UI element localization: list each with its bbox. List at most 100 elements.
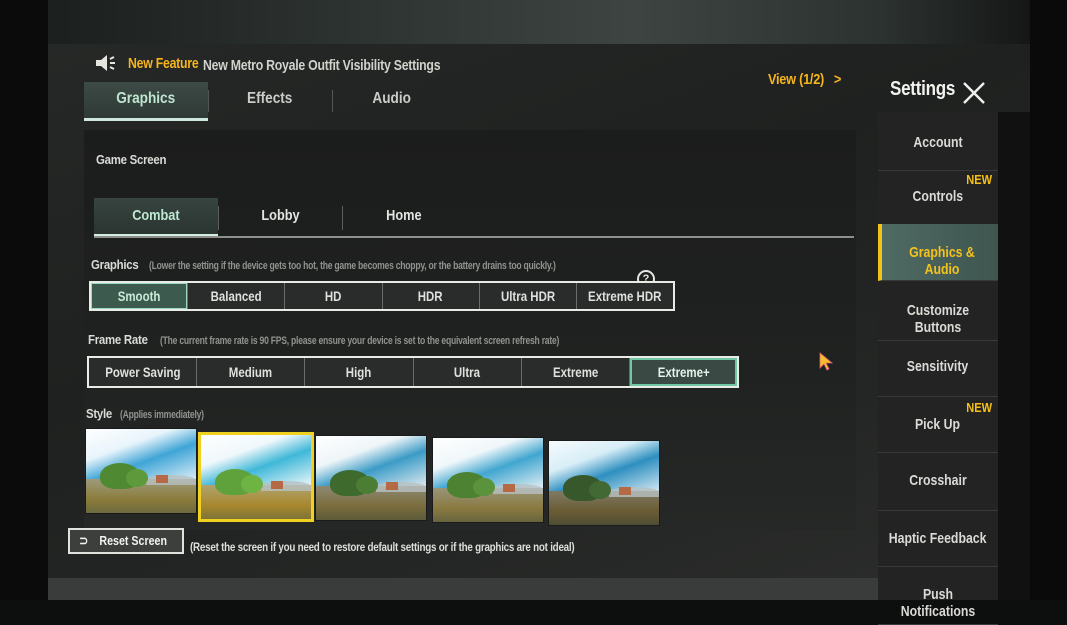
frame-rate-section-header: Frame Rate (The current frame rate is 90… <box>88 331 672 349</box>
thumbnail-hills <box>376 482 426 492</box>
tab-home[interactable]: Home <box>342 198 466 234</box>
frame-rate-option-high[interactable]: High <box>305 358 414 386</box>
game-screen-tabs: Combat Lobby Home <box>94 198 854 238</box>
option-label: Ultra <box>454 364 481 380</box>
frame-rate-option-extreme[interactable]: Extreme <box>522 358 630 386</box>
sidebar-edge <box>998 112 1030 600</box>
graphics-option-balanced[interactable]: Balanced <box>188 283 286 309</box>
tab-combat-label: Combat <box>132 207 180 224</box>
graphics-option-hdr[interactable]: HDR <box>383 283 480 309</box>
option-label: Ultra HDR <box>500 288 555 304</box>
undo-icon: ⊃ <box>78 533 91 548</box>
thumbnail-tree <box>473 478 495 496</box>
reset-screen-button[interactable]: ⊃ Reset Screen <box>68 528 184 554</box>
sidebar-item-haptic-feedback[interactable]: Haptic Feedback <box>878 510 998 567</box>
frame-rate-option-extreme-plus[interactable]: Extreme+ <box>629 358 738 386</box>
thumbnail-tree <box>356 476 378 494</box>
tab-audio[interactable]: Audio <box>332 82 452 118</box>
sidebar-item-graphics-audio[interactable]: Graphics & Audio <box>878 224 998 281</box>
style-thumbnail-1[interactable] <box>85 428 197 514</box>
graphics-section-header: Graphics (Lower the setting if the devic… <box>91 256 670 274</box>
tab-lobby[interactable]: Lobby <box>218 198 342 234</box>
thumbnail-tree <box>589 481 611 499</box>
frame-rate-selector: Power Saving Medium High Ultra Extreme E… <box>87 356 739 388</box>
sidebar-item-customize-buttons[interactable]: Customize Buttons <box>878 284 998 341</box>
settings-title: Settings <box>890 78 956 100</box>
option-label: Medium <box>229 364 273 380</box>
thumbnail-hills <box>609 487 659 497</box>
tab-lobby-label: Lobby <box>260 207 300 224</box>
style-thumbnail-5[interactable] <box>548 440 660 526</box>
option-label: HD <box>325 288 342 304</box>
sidebar-item-push-notifications[interactable]: Push Notifications <box>878 568 998 625</box>
frame-rate-option-ultra[interactable]: Ultra <box>414 358 522 386</box>
frame-rate-option-power-saving[interactable]: Power Saving <box>89 358 198 386</box>
new-feature-label: New Feature <box>128 55 199 72</box>
game-screen-title: Game Screen <box>96 152 167 167</box>
tab-graphics-label: Graphics <box>116 90 176 107</box>
sidebar-item-sensitivity[interactable]: Sensitivity <box>878 340 998 397</box>
tab-effects-label: Effects <box>247 90 293 107</box>
view-link-label: View (1/2) <box>768 71 825 88</box>
style-thumbnail-3[interactable] <box>315 435 427 521</box>
thumbnail-house <box>619 487 631 495</box>
graphics-option-ultra-hdr[interactable]: Ultra HDR <box>480 283 577 309</box>
sidebar-item-controls[interactable]: NEW Controls <box>878 168 998 225</box>
sidebar-item-label: Account <box>913 134 963 151</box>
thumbnail-house <box>271 481 283 489</box>
thumbnail-house <box>386 482 398 490</box>
graphics-quality-selector: Smooth Balanced HD HDR Ultra HDR Extreme… <box>89 281 675 311</box>
frame-rate-title: Frame Rate <box>88 332 148 347</box>
graphics-option-smooth[interactable]: Smooth <box>91 283 189 309</box>
sidebar-item-label: Push Notifications <box>900 586 976 620</box>
screen-bottom-strip <box>48 578 878 600</box>
graphics-title: Graphics <box>91 257 139 272</box>
thumbnail-house <box>156 475 168 483</box>
sidebar-item-account[interactable]: Account <box>878 114 998 171</box>
option-label: HDR <box>418 288 444 304</box>
tab-audio-label: Audio <box>372 90 412 107</box>
close-icon[interactable] <box>961 80 987 106</box>
graphics-hint: (Lower the setting if the device gets to… <box>149 260 556 272</box>
sidebar-item-label: Graphics & Audio <box>909 244 975 278</box>
option-label: High <box>346 364 372 380</box>
chevron-right-icon: > <box>827 71 842 88</box>
speaker-icon <box>96 55 115 71</box>
device-bezel-left <box>0 0 48 600</box>
option-label: Extreme <box>552 364 598 380</box>
tab-effects[interactable]: Effects <box>208 82 332 118</box>
new-badge: NEW <box>965 400 992 415</box>
option-label: Extreme+ <box>657 364 710 380</box>
reset-hint: (Reset the screen if you need to restore… <box>190 540 575 554</box>
graphics-option-extreme-hdr[interactable]: Extreme HDR <box>577 283 673 309</box>
tab-home-label: Home <box>386 207 422 224</box>
thumbnail-house <box>503 484 515 492</box>
announcement-text[interactable]: New Metro Royale Outfit Visibility Setti… <box>203 57 441 74</box>
graphics-option-hd[interactable]: HD <box>285 283 383 309</box>
thumbnail-hills <box>261 481 311 491</box>
thumbnail-hills <box>493 484 543 494</box>
tab-combat[interactable]: Combat <box>94 198 218 236</box>
frame-rate-hint: (The current frame rate is 90 FPS, pleas… <box>159 335 560 347</box>
style-thumbnail-4[interactable] <box>432 437 544 523</box>
top-tab-bar: Graphics Effects Audio <box>84 82 484 121</box>
reset-screen-label: Reset Screen <box>99 533 168 548</box>
sidebar-item-label: Customize Buttons <box>906 302 970 336</box>
sidebar-item-crosshair[interactable]: Crosshair <box>878 454 998 511</box>
view-pagination-link[interactable]: View (1/2) > <box>768 71 841 88</box>
thumbnail-tree <box>241 475 263 493</box>
sidebar-item-label: Pick Up <box>915 416 961 433</box>
mouse-cursor-icon <box>819 352 834 371</box>
device-bezel-top <box>40 0 1030 48</box>
style-thumbnail-2-selected[interactable] <box>198 432 314 522</box>
sidebar-item-label: Haptic Feedback <box>889 530 987 547</box>
sidebar-item-pick-up[interactable]: NEW Pick Up <box>878 396 998 453</box>
option-label: Balanced <box>210 288 262 304</box>
tab-graphics[interactable]: Graphics <box>84 82 208 121</box>
frame-rate-option-medium[interactable]: Medium <box>197 358 306 386</box>
option-label: Power Saving <box>104 364 181 380</box>
style-title: Style <box>86 406 113 421</box>
sidebar-item-label: Controls <box>912 188 964 205</box>
thumbnail-hills <box>146 475 196 485</box>
sidebar-item-label: Crosshair <box>909 472 967 489</box>
